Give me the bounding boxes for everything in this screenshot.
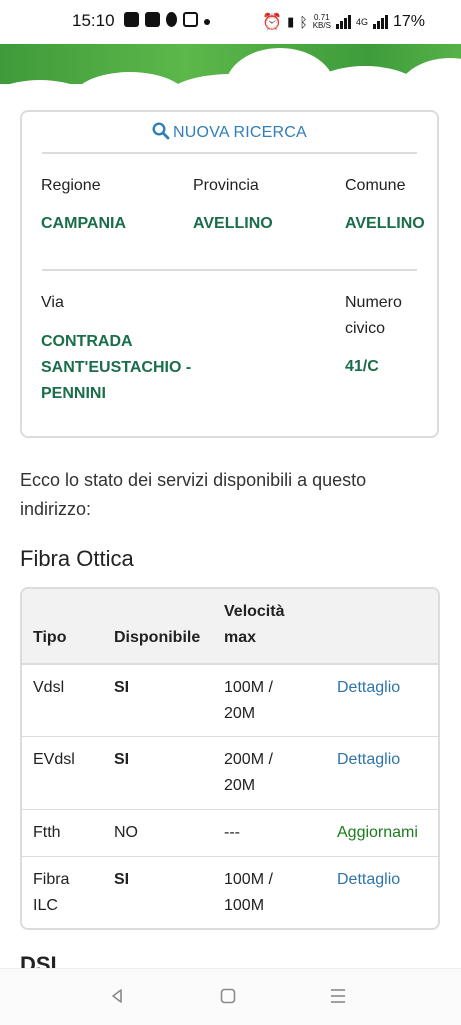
bluetooth-icon: ᛒ: [299, 14, 308, 30]
table-row: Vdsl SI 100M / 20M Dettaglio: [22, 663, 438, 737]
bug-icon: [166, 12, 177, 27]
row-available: SI: [114, 679, 130, 696]
notify-me-link[interactable]: Aggiornami: [337, 820, 418, 846]
row-type: Fibra ILC: [33, 871, 70, 914]
row-speed: 100M / 100M: [224, 871, 273, 914]
municipality-label: Comune: [345, 177, 406, 194]
province-value: AVELLINO: [193, 215, 273, 232]
search-icon: [152, 122, 170, 140]
services-table: Tipo Disponibile Velocità max Vdsl SI 10…: [20, 587, 440, 930]
row-available: SI: [114, 871, 130, 888]
section-title-fiber: Fibra Ottica: [20, 546, 134, 571]
app-notification-icon: [145, 12, 160, 27]
recents-menu-icon[interactable]: [329, 987, 347, 1005]
row-type: Ftth: [33, 824, 61, 841]
network-speed: 0.71 KB/S: [312, 13, 331, 30]
system-icons: ⏰ ▮ ᛒ 0.71 KB/S 4G 17%: [262, 12, 425, 32]
network-type: 4G: [355, 17, 368, 27]
row-speed: 200M / 20M: [224, 751, 273, 794]
more-notifications-icon: [204, 18, 210, 25]
region-value: CAMPANIA: [41, 215, 127, 232]
alarm-icon: ⏰: [262, 14, 283, 31]
table-row: EVdsl SI 200M / 20M Dettaglio: [22, 736, 438, 810]
header-available: Disponibile: [114, 629, 201, 646]
municipality-value: AVELLINO: [345, 215, 425, 232]
notification-icons: [124, 12, 210, 27]
province-label: Provincia: [193, 177, 259, 194]
photo-icon: [183, 12, 198, 27]
header-speed: Velocità max: [224, 603, 285, 646]
status-bar: 15:10 ⏰ ▮ ᛒ 0.71 KB/S 4G 17%: [0, 0, 461, 44]
back-icon[interactable]: [108, 987, 126, 1005]
detail-link[interactable]: Dettaglio: [337, 867, 400, 893]
civic-number-label: Numero civico: [345, 294, 402, 337]
street-label: Via: [41, 294, 64, 311]
table-row: Fibra ILC SI 100M / 100M Dettaglio: [22, 856, 438, 928]
detail-link[interactable]: Dettaglio: [337, 675, 400, 701]
header-type: Tipo: [33, 629, 67, 646]
table-header: Tipo Disponibile Velocità max: [22, 589, 438, 665]
vibrate-icon: ▮: [287, 14, 295, 29]
region-label: Regione: [41, 177, 101, 194]
address-card: NUOVA RICERCA Regione CAMPANIA Provincia…: [20, 110, 439, 438]
row-speed: ---: [224, 824, 240, 841]
signal-icon-2: [372, 15, 388, 29]
row-speed: 100M / 20M: [224, 679, 273, 722]
row-type: Vdsl: [33, 679, 65, 696]
table-row: Ftth NO --- Aggiornami: [22, 809, 438, 857]
home-icon[interactable]: [219, 987, 237, 1005]
signal-icon: [335, 15, 351, 29]
header-banner: [0, 44, 461, 140]
youtube-icon: [124, 12, 139, 27]
system-nav-bar: [0, 968, 461, 1025]
row-available: SI: [114, 751, 130, 768]
street-value: CONTRADA SANT'EUSTACHIO - PENNINI: [41, 333, 192, 402]
battery-level: 17%: [392, 13, 425, 30]
detail-link[interactable]: Dettaglio: [337, 747, 400, 773]
row-available: NO: [114, 824, 138, 841]
section-title-dsl: DSL: [20, 952, 64, 968]
civic-number-value: 41/C: [345, 358, 379, 375]
divider: [42, 152, 417, 154]
status-time: 15:10: [72, 11, 115, 30]
row-type: EVdsl: [33, 751, 75, 768]
intro-text: Ecco lo stato dei servizi disponibili a …: [20, 470, 367, 519]
new-search-link[interactable]: NUOVA RICERCA: [22, 122, 437, 142]
divider: [42, 269, 417, 271]
